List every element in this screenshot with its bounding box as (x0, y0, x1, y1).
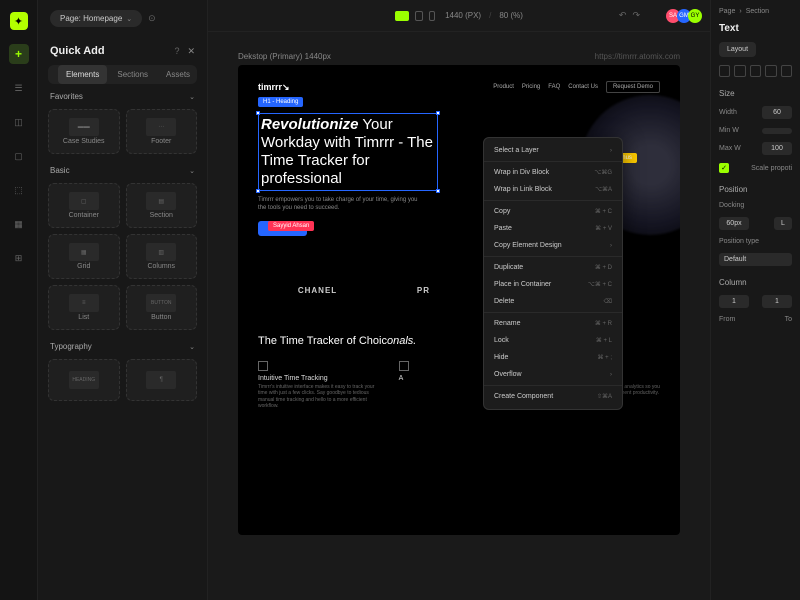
menu-item[interactable]: Rename⌘ + R (484, 315, 622, 332)
position-unit[interactable]: L (774, 217, 792, 230)
menu-item[interactable]: Copy Element Design› (484, 237, 622, 254)
size-section-label: Size (719, 89, 792, 98)
feature-icon (399, 361, 409, 371)
basic-label: Basic (50, 166, 70, 175)
tablet-icon[interactable] (415, 11, 423, 21)
desktop-icon[interactable] (395, 11, 409, 21)
minw-input[interactable] (762, 128, 792, 134)
tab-assets[interactable]: Assets (158, 65, 198, 84)
maxw-input[interactable]: 100 (762, 142, 792, 155)
undo-icon[interactable]: ↶ (619, 10, 627, 21)
tab-sections[interactable]: Sections (109, 65, 156, 84)
cube-icon[interactable]: ◫ (9, 112, 29, 132)
context-menu: Select a Layer› Wrap in Div Block⌥⌘GWrap … (483, 137, 623, 410)
demo-button: Request Demo (606, 81, 660, 93)
element-container[interactable]: ▢Container (48, 183, 120, 228)
chevron-down-icon[interactable]: ⌄ (189, 167, 195, 175)
brand-logo: PR (417, 286, 430, 295)
apps-icon[interactable]: ⊞ (9, 248, 29, 268)
collaborator-avatars: SA GM GY (669, 9, 702, 23)
element-tag: H1 - Heading (258, 97, 303, 107)
menu-item[interactable]: Wrap in Link Block⌥⌘A (484, 181, 622, 198)
redo-icon[interactable]: ↷ (632, 10, 640, 21)
image-icon[interactable]: ▦ (9, 214, 29, 234)
menu-item[interactable]: Wrap in Div Block⌥⌘G (484, 164, 622, 181)
nav-link: Contact Us (568, 84, 598, 90)
align-center-icon[interactable] (734, 65, 745, 77)
frame-name: Dekstop (Primary) 1440px (238, 52, 331, 61)
avatar[interactable]: GY (688, 9, 702, 23)
typography-label: Typography (50, 342, 92, 351)
close-icon[interactable]: ✕ (187, 46, 195, 57)
nav-link: Pricing (522, 84, 540, 90)
element-paragraph[interactable]: ¶ (126, 359, 198, 401)
canvas-toolbar: 1440 (PX) / 80 (%) ↶ ↷ SA GM GY (208, 0, 710, 32)
assets-icon[interactable]: ⬚ (9, 180, 29, 200)
position-type-select[interactable]: Default (719, 253, 792, 266)
menu-item[interactable]: Hide⌘ + ; (484, 349, 622, 366)
column-section-label: Column (719, 278, 792, 287)
element-columns[interactable]: ▥Columns (126, 234, 198, 279)
element-list[interactable]: ≡List (48, 285, 120, 330)
menu-item[interactable]: Duplicate⌘ + D (484, 259, 622, 276)
position-value[interactable]: 60px (719, 217, 749, 230)
position-section-label: Position (719, 185, 792, 194)
feature-card: Intuitive Time Tracking Timrrr's intuiti… (258, 361, 379, 410)
nav-link: Product (493, 84, 514, 90)
selected-heading[interactable]: Revolutionize Your Workday with Timrrr -… (258, 113, 438, 191)
menu-item[interactable]: Lock⌘ + L (484, 332, 622, 349)
chevron-down-icon[interactable]: ⌄ (189, 343, 195, 351)
site-logo: timrrr↘ (258, 82, 290, 93)
feature-icon (258, 361, 268, 371)
menu-item[interactable]: Paste⌘ + V (484, 220, 622, 237)
menu-item[interactable]: Copy⌘ + C (484, 203, 622, 220)
add-button[interactable]: + (9, 44, 29, 64)
element-grid[interactable]: ▦Grid (48, 234, 120, 279)
menu-item[interactable]: Place in Container⌥⌘ + C (484, 276, 622, 293)
nav-rail: ✦ + ☰ ◫ ▢ ⬚ ▦ ⊞ (0, 0, 38, 600)
menu-item[interactable]: Select a Layer› (484, 142, 622, 159)
align-left-icon[interactable] (719, 65, 730, 77)
tab-elements[interactable]: Elements (58, 65, 107, 84)
canvas: 1440 (PX) / 80 (%) ↶ ↷ SA GM GY Dekstop … (208, 0, 710, 600)
breadcrumb: Page›Section (719, 8, 792, 15)
collaborator-cursor: Sayyid Ahsan (268, 221, 314, 231)
layers-icon[interactable]: ☰ (9, 78, 29, 98)
inspector-panel: Page›Section Text Layout Size Width60 Mi… (710, 0, 800, 600)
mobile-icon[interactable] (429, 11, 435, 21)
element-case-studies[interactable]: ▬▬Case Studies (48, 109, 120, 154)
frame-url: https://timrrr.atomix.com (595, 52, 680, 61)
align-right-icon[interactable] (750, 65, 761, 77)
width-input[interactable]: 60 (762, 106, 792, 119)
align-middle-icon[interactable] (781, 65, 792, 77)
quick-add-panel: Page: Homepage⌄ ⊙ Quick Add ? ✕ Elements… (38, 0, 208, 600)
favorites-label: Favorites (50, 92, 83, 101)
brand-logo: CHANEL (298, 286, 337, 295)
canvas-zoom[interactable]: 80 (%) (499, 11, 523, 20)
menu-item[interactable]: Create Component⇧⌘A (484, 388, 622, 405)
settings-icon[interactable]: ⊙ (148, 13, 156, 24)
column-to[interactable]: 1 (762, 295, 792, 308)
page-selector[interactable]: Page: Homepage⌄ (50, 10, 142, 27)
help-icon[interactable]: ? (174, 46, 179, 57)
quick-add-tabs: Elements Sections Assets (48, 65, 197, 84)
align-top-icon[interactable] (765, 65, 776, 77)
nav-link: FAQ (548, 84, 560, 90)
chevron-down-icon[interactable]: ⌄ (189, 93, 195, 101)
layout-button[interactable]: Layout (719, 42, 756, 57)
scale-checkbox[interactable]: ✓ (719, 163, 729, 173)
menu-item[interactable]: Delete⌫ (484, 293, 622, 310)
element-section[interactable]: ▤Section (126, 183, 198, 228)
panel-title: Quick Add (50, 45, 105, 57)
hero-subtitle: Timrrr empowers you to take charge of yo… (258, 197, 418, 213)
column-from[interactable]: 1 (719, 295, 749, 308)
app-logo[interactable]: ✦ (10, 12, 28, 30)
menu-item[interactable]: Overflow› (484, 366, 622, 383)
canvas-width[interactable]: 1440 (PX) (445, 11, 481, 20)
element-heading[interactable]: HEADING (48, 359, 120, 401)
inspector-title: Text (719, 23, 792, 34)
element-footer[interactable]: ···Footer (126, 109, 198, 154)
page-icon[interactable]: ▢ (9, 146, 29, 166)
element-button[interactable]: BUTTONButton (126, 285, 198, 330)
